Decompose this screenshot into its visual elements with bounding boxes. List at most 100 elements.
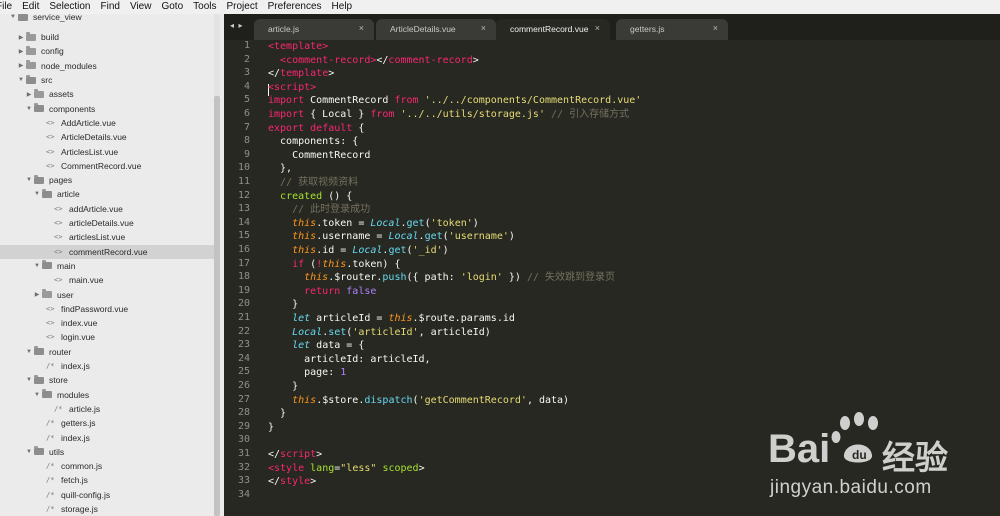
menu-item-preferences[interactable]: Preferences xyxy=(263,0,327,14)
code-line[interactable]: Local.set('articleId', articleId) xyxy=(268,326,491,340)
tree-folder[interactable]: ▶ node_modules xyxy=(0,59,214,73)
tab-commentrecord-vue[interactable]: commentRecord.vue × xyxy=(496,19,610,41)
code-line[interactable]: import { Local } from '../../utils/stora… xyxy=(268,108,629,122)
code-line[interactable]: return false xyxy=(268,285,376,299)
code-line[interactable]: components: { xyxy=(268,135,358,149)
chevron-down-icon[interactable]: ▼ xyxy=(32,263,42,269)
tree-folder[interactable]: ▶ config xyxy=(0,44,214,58)
code-line[interactable]: } xyxy=(268,407,286,421)
tree-folder[interactable]: ▼ components xyxy=(0,102,214,116)
code-line[interactable]: page: 1 xyxy=(268,366,346,380)
chevron-down-icon[interactable]: ▼ xyxy=(24,177,34,183)
code-line[interactable]: this.$router.push({ path: 'login' }) // … xyxy=(268,271,615,285)
menu-item-selection[interactable]: Selection xyxy=(44,0,95,14)
code-line[interactable]: import CommentRecord from '../../compone… xyxy=(268,94,641,108)
tree-folder[interactable]: ▼ article xyxy=(0,187,214,201)
menu-item-tools[interactable]: Tools xyxy=(188,0,221,14)
menu-item-find[interactable]: Find xyxy=(96,0,125,14)
chevron-down-icon[interactable]: ▼ xyxy=(24,349,34,355)
tree-file[interactable]: /* index.js xyxy=(0,430,214,444)
tree-folder[interactable]: ▼ store xyxy=(0,373,214,387)
code-line[interactable]: export default { xyxy=(268,122,364,136)
code-line[interactable]: articleId: articleId, xyxy=(268,353,430,367)
tree-file[interactable]: /* quill-config.js xyxy=(0,488,214,502)
tree-file[interactable]: <> login.vue xyxy=(0,330,214,344)
chevron-down-icon[interactable]: ▼ xyxy=(16,77,26,83)
code-line[interactable]: // 此时登录成功 xyxy=(268,203,370,217)
close-icon[interactable]: × xyxy=(713,23,718,33)
code-line[interactable]: // 获取视频资料 xyxy=(268,176,358,190)
tree-file[interactable]: <> commentRecord.vue xyxy=(0,244,214,259)
close-icon[interactable]: × xyxy=(595,23,600,33)
code-line[interactable]: if (!this.token) { xyxy=(268,258,400,272)
code-line[interactable]: } xyxy=(268,298,298,312)
chevron-down-icon[interactable]: ▼ xyxy=(32,392,42,398)
tab-articledetails-vue[interactable]: ArticleDetails.vue × xyxy=(376,19,496,40)
tree-file[interactable]: /* common.js xyxy=(0,459,214,473)
chevron-down-icon[interactable]: ▼ xyxy=(8,14,18,20)
tree-file[interactable]: <> ArticleDetails.vue xyxy=(0,130,214,144)
tree-folder[interactable]: ▶ build xyxy=(0,30,214,44)
code-line[interactable]: } xyxy=(268,421,274,435)
code-line[interactable]: </script> xyxy=(268,448,322,462)
chevron-down-icon[interactable]: ▼ xyxy=(24,106,34,112)
tree-folder[interactable]: ▼ src xyxy=(0,73,214,87)
tree-file[interactable]: <> main.vue xyxy=(0,273,214,287)
menu-item-view[interactable]: View xyxy=(125,0,157,14)
chevron-down-icon[interactable]: ▼ xyxy=(32,191,42,197)
menu-item-goto[interactable]: Goto xyxy=(156,0,188,14)
tree-file[interactable]: /* storage.js xyxy=(0,502,214,516)
tree-folder[interactable]: ▶ user xyxy=(0,287,214,301)
tab-nav-arrows-icon[interactable]: ◂ ▸ xyxy=(230,21,244,30)
code-line[interactable]: this.id = Local.get('_id') xyxy=(268,244,449,258)
tree-file[interactable]: <> CommentRecord.vue xyxy=(0,159,214,173)
sidebar-file-tree[interactable]: ▼ service_view ▶ build ▶ config ▶ node_modules ▼… xyxy=(0,14,224,516)
code-line[interactable]: }, xyxy=(268,162,292,176)
tree-file[interactable]: /* getters.js xyxy=(0,416,214,430)
tree-file[interactable]: <> articleDetails.vue xyxy=(0,216,214,230)
code-line[interactable]: created () { xyxy=(268,190,352,204)
tab-getters-js[interactable]: getters.js × xyxy=(616,19,728,40)
tree-file[interactable]: /* fetch.js xyxy=(0,473,214,487)
code-line[interactable]: this.username = Local.get('username') xyxy=(268,230,515,244)
tree-file[interactable]: /* index.js xyxy=(0,359,214,373)
code-line[interactable]: </style> xyxy=(268,475,316,489)
menu-item-help[interactable]: Help xyxy=(327,0,358,14)
tree-folder[interactable]: ▼ pages xyxy=(0,173,214,187)
menu-item-project[interactable]: Project xyxy=(222,0,263,14)
close-icon[interactable]: × xyxy=(359,23,364,33)
tree-folder[interactable]: ▼ router xyxy=(0,345,214,359)
chevron-right-icon[interactable]: ▶ xyxy=(32,291,42,298)
chevron-right-icon[interactable]: ▶ xyxy=(16,48,26,55)
code-line[interactable]: this.$store.dispatch('getCommentRecord',… xyxy=(268,394,569,408)
tree-folder[interactable]: ▼ modules xyxy=(0,388,214,402)
tree-file[interactable]: /* article.js xyxy=(0,402,214,416)
tree-folder[interactable]: ▶ assets xyxy=(0,87,214,101)
code-line[interactable]: <comment-record></comment-record> xyxy=(268,54,479,68)
tree-file[interactable]: <> ArticlesList.vue xyxy=(0,144,214,158)
tree-file[interactable]: <> articlesList.vue xyxy=(0,230,214,244)
code-line[interactable]: <script> xyxy=(268,81,316,95)
tree-file[interactable]: <> AddArticle.vue xyxy=(0,116,214,130)
chevron-right-icon[interactable]: ▶ xyxy=(24,91,34,98)
tree-folder[interactable]: ▼ main xyxy=(0,259,214,273)
chevron-right-icon[interactable]: ▶ xyxy=(16,34,26,41)
code-line[interactable]: let articleId = this.$route.params.id xyxy=(268,312,515,326)
code-line[interactable]: let data = { xyxy=(268,339,364,353)
tab-article-js[interactable]: article.js × xyxy=(254,19,374,40)
tree-file[interactable]: <> index.vue xyxy=(0,316,214,330)
menu-item-edit[interactable]: Edit xyxy=(17,0,44,14)
chevron-down-icon[interactable]: ▼ xyxy=(24,377,34,383)
code-line[interactable]: </template> xyxy=(268,67,334,81)
tree-folder[interactable]: ▼ utils xyxy=(0,445,214,459)
code-line[interactable]: <template> xyxy=(268,40,328,54)
code-line[interactable]: } xyxy=(268,380,298,394)
tree-file[interactable]: <> findPassword.vue xyxy=(0,302,214,316)
chevron-right-icon[interactable]: ▶ xyxy=(16,62,26,69)
code-line[interactable]: this.token = Local.get('token') xyxy=(268,217,479,231)
close-icon[interactable]: × xyxy=(481,23,486,33)
sidebar-scrollbar-thumb[interactable] xyxy=(214,96,220,516)
menu-item-file[interactable]: File xyxy=(0,0,17,14)
chevron-down-icon[interactable]: ▼ xyxy=(24,449,34,455)
code-editor[interactable]: <template> <comment-record></comment-rec… xyxy=(268,40,1000,516)
